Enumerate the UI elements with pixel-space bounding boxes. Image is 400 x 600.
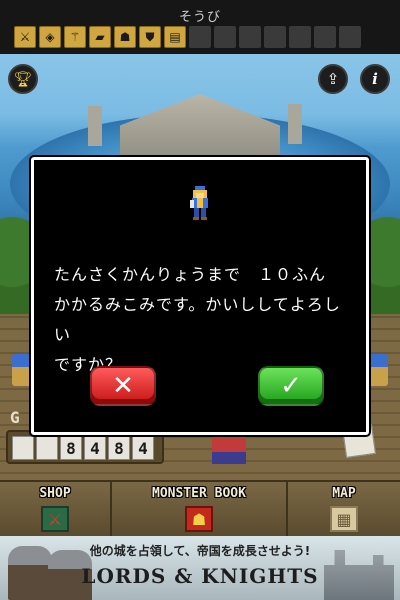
menu-map[interactable]: MAP ▦ — [288, 482, 400, 538]
menu-monster-book[interactable]: MONSTER BOOK ☗ — [112, 482, 288, 538]
close-icon: ✕ — [112, 371, 134, 401]
menu-map-label: MAP — [332, 486, 356, 501]
hero-portrait-icon — [190, 186, 208, 220]
dialog-message-line: かかるみこみです。かいししてよろしい — [54, 295, 341, 344]
menu-shop-label: SHOP — [39, 486, 71, 501]
bottom-menu: SHOP ⚔ MONSTER BOOK ☗ MAP ▦ — [0, 480, 400, 538]
monster-book-icon: ☗ — [185, 506, 213, 532]
dialog-message: たんさくかんりょうまで １０ふん かかるみこみです。かいししてよろしい ですか？ — [54, 260, 354, 380]
confirm-button[interactable]: ✓ — [258, 366, 324, 406]
dialog-message-line: たんさくかんりょうまで １０ふん — [54, 265, 327, 284]
cancel-button[interactable]: ✕ — [90, 366, 156, 406]
menu-monster-book-label: MONSTER BOOK — [152, 486, 246, 501]
checkmark-icon: ✓ — [280, 371, 302, 401]
confirm-dialog: たんさくかんりょうまで １０ふん かかるみこみです。かいししてよろしい ですか？… — [31, 157, 369, 435]
map-icon: ▦ — [330, 506, 358, 532]
shop-icon: ⚔ — [41, 506, 69, 532]
ad-banner[interactable]: 他の城を占領して、帝国を成長させよう! LORDS & KNIGHTS — [0, 536, 400, 600]
menu-shop[interactable]: SHOP ⚔ — [0, 482, 112, 538]
